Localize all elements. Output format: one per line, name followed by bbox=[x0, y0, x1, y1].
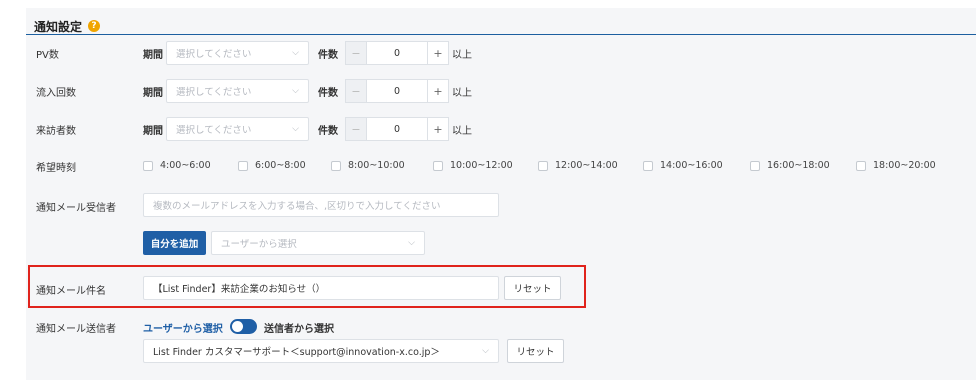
checkbox[interactable] bbox=[750, 160, 760, 171]
from-senders-option[interactable]: 送信者から選択 bbox=[264, 320, 334, 335]
toggle-knob bbox=[232, 321, 243, 332]
sender-toggle[interactable] bbox=[230, 319, 257, 334]
visitors-period-select[interactable]: 選択してください ⌵ bbox=[166, 117, 309, 141]
time-option-label: 4:00~6:00 bbox=[160, 160, 211, 171]
header-divider bbox=[26, 34, 976, 35]
time-option-6[interactable]: 16:00~18:00 bbox=[750, 160, 830, 171]
inflow-count-label: 件数 bbox=[318, 88, 338, 99]
chevron-down-icon: ⌵ bbox=[292, 86, 299, 96]
minus-button[interactable]: − bbox=[345, 79, 367, 103]
inflow-row: 流入回数 期間 選択してください ⌵ 件数 − 0 + 以上 bbox=[0, 79, 976, 103]
pv-suffix: 以上 bbox=[452, 50, 472, 61]
checkbox[interactable] bbox=[238, 160, 248, 171]
recipients-placeholder: 複数のメールアドレスを入力する場合、,区切りで入力してください bbox=[153, 201, 441, 212]
inflow-label: 流入回数 bbox=[36, 88, 76, 99]
visitors-row: 来訪者数 期間 選択してください ⌵ 件数 − 0 + 以上 bbox=[0, 117, 976, 141]
pv-period-select[interactable]: 選択してください ⌵ bbox=[166, 41, 309, 65]
time-option-label: 16:00~18:00 bbox=[767, 160, 830, 171]
user-select[interactable]: ユーザーから選択 ⌵ bbox=[211, 231, 425, 255]
pv-count-value[interactable]: 0 bbox=[367, 41, 427, 65]
pv-label: PV数 bbox=[36, 50, 59, 61]
time-option-3[interactable]: 10:00~12:00 bbox=[433, 160, 513, 171]
time-option-7[interactable]: 18:00~20:00 bbox=[856, 160, 936, 171]
visitors-count-label: 件数 bbox=[318, 126, 338, 137]
pv-row: PV数 期間 選択してください ⌵ 件数 − 0 + 以上 bbox=[0, 41, 976, 65]
chevron-down-icon: ⌵ bbox=[292, 48, 299, 58]
user-select-placeholder: ユーザーから選択 bbox=[221, 239, 297, 250]
section-header: 通知設定 ? bbox=[34, 16, 101, 36]
plus-button[interactable]: + bbox=[427, 41, 449, 65]
plus-button[interactable]: + bbox=[427, 79, 449, 103]
checkbox[interactable] bbox=[856, 160, 866, 171]
highlight-box bbox=[28, 265, 586, 308]
inflow-count-stepper[interactable]: − 0 + bbox=[345, 79, 449, 103]
pv-count-stepper[interactable]: − 0 + bbox=[345, 41, 449, 65]
time-option-label: 6:00~8:00 bbox=[255, 160, 306, 171]
inflow-suffix: 以上 bbox=[452, 88, 472, 99]
visitors-period-placeholder: 選択してください bbox=[176, 125, 252, 136]
chevron-down-icon: ⌵ bbox=[482, 346, 489, 356]
time-option-label: 10:00~12:00 bbox=[450, 160, 513, 171]
recipients-input[interactable]: 複数のメールアドレスを入力する場合、,区切りで入力してください bbox=[143, 193, 499, 217]
help-icon[interactable]: ? bbox=[88, 20, 101, 32]
section-title: 通知設定 bbox=[34, 19, 83, 34]
plus-button[interactable]: + bbox=[427, 117, 449, 141]
visitors-count-value[interactable]: 0 bbox=[367, 117, 427, 141]
sender-label: 通知メール送信者 bbox=[36, 324, 116, 335]
sender-selected-value: List Finder カスタマーサポート＜support@innovation… bbox=[153, 347, 440, 358]
chevron-down-icon: ⌵ bbox=[408, 238, 415, 248]
chevron-down-icon: ⌵ bbox=[292, 124, 299, 134]
minus-button[interactable]: − bbox=[345, 41, 367, 65]
time-label: 希望時刻 bbox=[36, 163, 76, 174]
sender-row: 通知メール送信者 ユーザーから選択 送信者から選択 bbox=[0, 318, 976, 335]
pv-period-label: 期間 bbox=[143, 50, 163, 61]
visitors-count-stepper[interactable]: − 0 + bbox=[345, 117, 449, 141]
pv-count-label: 件数 bbox=[318, 50, 338, 61]
visitors-period-label: 期間 bbox=[143, 126, 163, 137]
visitors-label: 来訪者数 bbox=[36, 126, 76, 137]
recipients-label: 通知メール受信者 bbox=[36, 203, 116, 214]
time-option-label: 18:00~20:00 bbox=[873, 160, 936, 171]
time-option-2[interactable]: 8:00~10:00 bbox=[331, 160, 405, 171]
checkbox[interactable] bbox=[143, 160, 153, 171]
checkbox[interactable] bbox=[433, 160, 443, 171]
add-self-button[interactable]: 自分を追加 bbox=[143, 231, 206, 255]
inflow-count-value[interactable]: 0 bbox=[367, 79, 427, 103]
time-row: 希望時刻 4:00~6:00 6:00~8:00 8:00~10:00 10:0… bbox=[0, 157, 976, 174]
time-option-label: 12:00~14:00 bbox=[555, 160, 618, 171]
sender-reset-button[interactable]: リセット bbox=[507, 339, 564, 363]
time-option-label: 8:00~10:00 bbox=[348, 160, 405, 171]
time-option-4[interactable]: 12:00~14:00 bbox=[538, 160, 618, 171]
from-users-option[interactable]: ユーザーから選択 bbox=[143, 320, 223, 335]
minus-button[interactable]: − bbox=[345, 117, 367, 141]
visitors-suffix: 以上 bbox=[452, 126, 472, 137]
inflow-period-select[interactable]: 選択してください ⌵ bbox=[166, 79, 309, 103]
time-option-0[interactable]: 4:00~6:00 bbox=[143, 160, 211, 171]
time-option-1[interactable]: 6:00~8:00 bbox=[238, 160, 306, 171]
checkbox[interactable] bbox=[538, 160, 548, 171]
recipients-row: 通知メール受信者 複数のメールアドレスを入力する場合、,区切りで入力してください bbox=[0, 193, 976, 217]
inflow-period-label: 期間 bbox=[143, 88, 163, 99]
checkbox[interactable] bbox=[643, 160, 653, 171]
time-option-label: 14:00~16:00 bbox=[660, 160, 723, 171]
sender-select[interactable]: List Finder カスタマーサポート＜support@innovation… bbox=[143, 339, 499, 363]
inflow-period-placeholder: 選択してください bbox=[176, 87, 252, 98]
checkbox[interactable] bbox=[331, 160, 341, 171]
time-option-5[interactable]: 14:00~16:00 bbox=[643, 160, 723, 171]
pv-period-placeholder: 選択してください bbox=[176, 49, 252, 60]
